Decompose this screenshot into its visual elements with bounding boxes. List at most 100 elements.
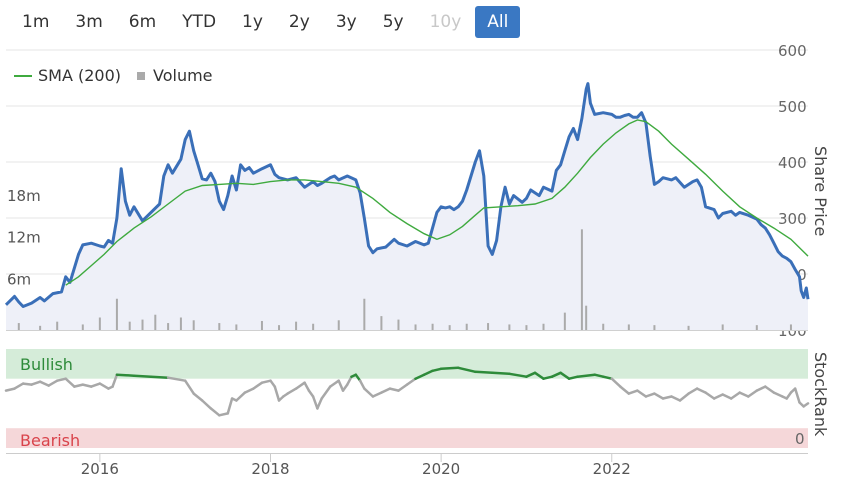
- volume-bar: [431, 323, 434, 330]
- stockrank-segment: [610, 377, 622, 388]
- volume-legend-swatch: [137, 71, 146, 80]
- sma-legend-label[interactable]: SMA (200): [38, 66, 121, 85]
- share-price-axis-title: Share Price: [811, 146, 830, 237]
- stockrank-segment: [793, 387, 801, 404]
- stockrank-segment: [653, 392, 665, 400]
- volume-bar: [17, 323, 20, 330]
- stockrank-segment: [303, 381, 311, 392]
- stockrank-segment: [183, 379, 195, 395]
- volume-bar: [525, 325, 528, 330]
- volume-bar: [295, 321, 298, 330]
- price-tick-label: 400: [778, 154, 807, 172]
- stockrank-segment: [38, 380, 50, 387]
- x-tick-label: 2022: [593, 460, 631, 478]
- volume-bar: [81, 324, 84, 330]
- stockrank-axis-title: StockRank: [811, 352, 830, 437]
- volume-bar: [337, 320, 340, 330]
- stockrank-segment: [30, 380, 42, 386]
- stockrank-segment: [439, 366, 460, 371]
- stockrank-segment: [132, 374, 153, 378]
- price-tick-label: 600: [778, 42, 807, 60]
- stockrank-segment: [397, 383, 409, 392]
- volume-bar: [154, 314, 157, 330]
- stockrank-segment: [636, 389, 648, 398]
- volume-bar: [380, 316, 383, 330]
- volume-bar: [115, 298, 118, 330]
- x-tick-label: 2020: [422, 460, 460, 478]
- stockrank-segment: [721, 393, 733, 400]
- volume-bar: [128, 321, 131, 330]
- stockrank-segment: [4, 387, 16, 392]
- stockrank-segment: [226, 397, 234, 415]
- stockrank-segment: [802, 402, 810, 408]
- stockrank-segment: [363, 387, 375, 398]
- stockrank-segment: [115, 373, 136, 377]
- stockrank-segment: [218, 412, 230, 417]
- stockrank-segment: [729, 391, 741, 400]
- stockrank-segment: [491, 371, 511, 376]
- stockrank-segment: [704, 391, 716, 400]
- stockrank-segment: [316, 397, 323, 410]
- stockrank-segment: [619, 385, 631, 395]
- volume-bar: [508, 324, 511, 330]
- volume-bar: [580, 229, 583, 330]
- x-tick-label: 2016: [81, 460, 119, 478]
- volume-legend-label[interactable]: Volume: [153, 66, 213, 85]
- x-tick-label: 2018: [251, 460, 289, 478]
- volume-bar: [448, 325, 451, 330]
- volume-bar: [39, 325, 42, 330]
- volume-tick-label: 6m: [7, 270, 31, 288]
- stockrank-segment: [678, 392, 690, 402]
- stockrank-segment: [337, 379, 345, 392]
- price-panel: 10020030040050060006m12m18m: [4, 42, 810, 340]
- volume-bar: [687, 325, 690, 330]
- volume-bar: [98, 317, 101, 330]
- volume-bar: [721, 324, 724, 330]
- volume-bar: [167, 323, 170, 330]
- stockrank-segment: [755, 385, 767, 392]
- volume-bar: [563, 312, 566, 330]
- volume-bar: [414, 324, 417, 330]
- bearish-band: [6, 428, 808, 448]
- stockrank-segment: [474, 370, 494, 375]
- volume-bar: [487, 323, 490, 330]
- stockrank-segment: [64, 377, 76, 388]
- stockrank-segment: [388, 387, 400, 392]
- stockrank-segment: [627, 389, 639, 395]
- volume-bar: [789, 324, 792, 330]
- volume-bar: [542, 323, 545, 330]
- volume-bar: [218, 323, 221, 330]
- volume-tick-label: 12m: [7, 229, 41, 247]
- stockrank-segment: [21, 382, 33, 386]
- volume-bar: [397, 319, 400, 330]
- stockrank-segment: [273, 385, 281, 402]
- stockrank-segment: [687, 387, 699, 395]
- volume-bar: [755, 325, 758, 330]
- volume-bar: [192, 320, 195, 330]
- stockrank-segment: [747, 389, 759, 398]
- volume-bar: [141, 319, 144, 330]
- price-tick-label: 300: [778, 210, 807, 228]
- volume-bar: [278, 325, 281, 330]
- stockrank-segment: [644, 392, 656, 398]
- volume-bar: [235, 324, 238, 330]
- stockrank-segment: [192, 392, 204, 402]
- stockrank-segment: [405, 377, 417, 386]
- volume-bar: [312, 323, 315, 330]
- stockrank-segment: [252, 381, 264, 390]
- stockrank-segment: [320, 385, 332, 400]
- stockrank-segment: [695, 387, 707, 394]
- stockrank-segment: [670, 395, 682, 402]
- stockrank-segment: [209, 407, 221, 417]
- stockrank-segment: [772, 391, 784, 398]
- stockrank-segment: [380, 387, 392, 394]
- stockrank-segment: [235, 391, 247, 402]
- stockrank-segment: [371, 391, 383, 398]
- stockrank-segment: [13, 382, 25, 390]
- volume-bar: [653, 325, 656, 330]
- stockrank-segment: [47, 379, 59, 387]
- volume-bar: [179, 317, 182, 330]
- stockrank-segment: [81, 383, 93, 388]
- stockrank-segment: [260, 379, 272, 384]
- stockrank-segment: [712, 393, 724, 400]
